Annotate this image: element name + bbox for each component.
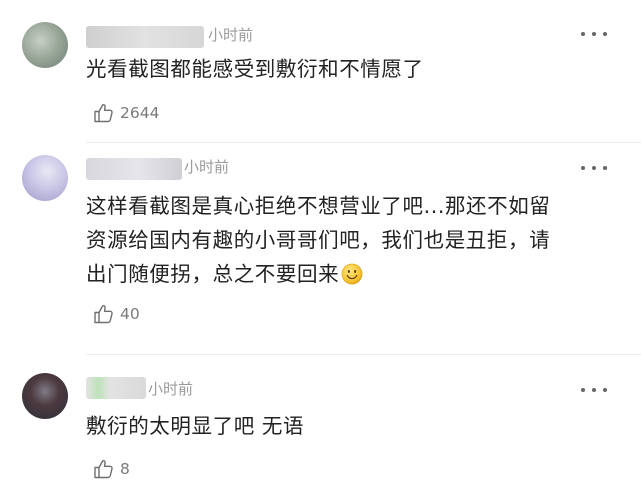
username-blurred[interactable]	[86, 377, 146, 399]
like-count: 8	[120, 460, 130, 478]
more-options-icon[interactable]	[581, 386, 607, 394]
comment-text-line-with-emoji: 出门随便拐，总之不要回来	[86, 257, 626, 291]
comment-text-line: 光看截图都能感受到敷衍和不情愿了	[86, 57, 424, 81]
comment-text-line: 这样看截图是真心拒绝不想营业了吧...那还不如留	[86, 194, 551, 218]
like-button[interactable]: 8	[92, 457, 130, 481]
comment-time: 小时前	[184, 158, 230, 176]
like-button[interactable]: 2644	[92, 101, 159, 125]
comment-text-line: 资源给国内有趣的小哥哥们吧，我们也是丑拒，请	[86, 228, 551, 252]
more-options-icon[interactable]	[581, 30, 607, 38]
comment-text-line: 敷衍的太明显了吧 无语	[86, 414, 305, 438]
comment-time: 小时前	[148, 380, 194, 398]
comment-2: 小时前 这样看截图是真心拒绝不想营业了吧...那还不如留 资源给国内有趣的小哥哥…	[0, 143, 641, 353]
avatar[interactable]	[22, 155, 68, 201]
more-options-icon[interactable]	[581, 164, 607, 172]
comment-text: 这样看截图是真心拒绝不想营业了吧...那还不如留 资源给国内有趣的小哥哥们吧，我…	[86, 189, 626, 291]
comment-text: 光看截图都能感受到敷衍和不情愿了	[86, 52, 626, 86]
thumbs-up-icon	[94, 104, 113, 123]
comment-1: 小时前 光看截图都能感受到敷衍和不情愿了 2644	[0, 0, 641, 140]
avatar[interactable]	[22, 22, 68, 68]
comment-text: 敷衍的太明显了吧 无语	[86, 409, 626, 443]
thumbs-up-icon	[94, 460, 113, 479]
like-count: 2644	[120, 104, 160, 122]
comment-text-line: 出门随便拐，总之不要回来	[86, 262, 340, 286]
smile-emoji-icon	[341, 263, 363, 285]
username-blurred[interactable]	[86, 26, 204, 48]
comment-time: 小时前	[208, 26, 254, 44]
thumbs-up-icon	[94, 305, 113, 324]
username-blurred[interactable]	[86, 158, 182, 180]
comment-3: 小时前 敷衍的太明显了吧 无语 8	[0, 355, 641, 485]
like-button[interactable]: 40	[92, 302, 140, 326]
avatar[interactable]	[22, 373, 68, 419]
like-count: 40	[120, 305, 140, 323]
